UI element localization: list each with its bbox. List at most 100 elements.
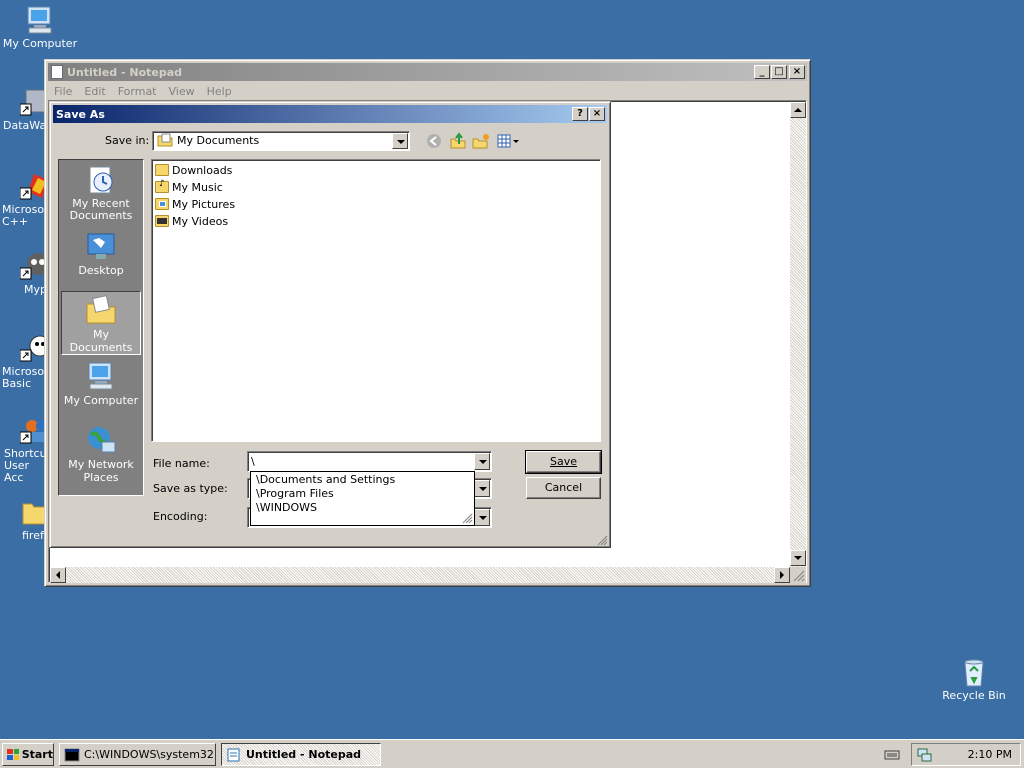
autocomplete-item[interactable]: \WINDOWS [251,501,474,515]
task-label: Untitled - Notepad [246,748,362,761]
scroll-up-button[interactable] [790,102,806,118]
taskbar: Start C:\WINDOWS\system32... Untitled - … [0,739,1024,768]
system-tray: 2:10 PM [884,743,1021,766]
menu-format[interactable]: Format [112,85,163,98]
new-folder-button[interactable] [472,132,490,150]
desktop-icon-label: DataWar [3,119,46,132]
minimize-button[interactable]: _ [754,65,770,79]
save-in-label: Save in: [105,134,150,147]
encoding-label: Encoding: [153,510,208,523]
save-button-label: Save [549,455,577,468]
desktop-icon-datawar[interactable]: DataWar [0,86,46,132]
file-item-my-videos[interactable]: My Videos [155,213,228,229]
notepad-titlebar[interactable]: Untitled - Notepad _ □ × [48,63,807,81]
keyboard-icon[interactable] [884,748,900,762]
back-button[interactable] [426,133,442,149]
desktop-icon-label: firef [22,529,44,542]
close-button[interactable]: × [789,65,805,79]
menu-edit[interactable]: Edit [78,85,111,98]
notepad-icon [227,748,240,761]
save-as-titlebar[interactable]: Save As ? × [53,105,607,123]
up-folder-button[interactable] [449,132,467,150]
taskbar-button-notepad[interactable]: Untitled - Notepad [221,743,381,766]
resize-grip-icon[interactable] [461,512,473,524]
desktop-icon-my-computer[interactable]: My Computer [0,4,80,50]
places-bar: My Recent Documents Desktop My Documents… [58,159,144,496]
my-computer-icon [85,360,117,392]
network-places-icon [85,424,117,456]
save-as-type-dropdown-arrow[interactable] [474,480,490,497]
datawarehouse-shortcut-icon [19,86,46,118]
task-label: C:\WINDOWS\system32... [84,748,216,761]
desktop-icon-recycle-bin[interactable]: Recycle Bin [934,656,1014,702]
file-item-label: My Videos [172,214,229,228]
dialog-title: Save As [56,107,105,121]
file-name-dropdown-arrow[interactable] [474,453,490,470]
maximize-button[interactable]: □ [771,65,787,79]
folder-icon [20,496,46,528]
taskbar-button-cmd[interactable]: C:\WINDOWS\system32... [59,743,216,766]
place-my-network-places[interactable]: My Network Places [61,422,141,492]
desktop-icon-firefox-folder[interactable]: firef [0,496,46,542]
menu-help[interactable]: Help [201,85,238,98]
command-prompt-icon [64,748,80,761]
file-list[interactable]: Downloads ♪ My Music My Pictures My Vide… [151,159,601,442]
place-my-computer[interactable]: My Computer [61,358,141,422]
vertical-scrollbar[interactable] [790,102,806,567]
desktop-icon-label: My Computer [2,37,78,50]
notepad-app-icon [51,65,63,79]
desktop-icon-label: Microsoft Basic [2,365,46,390]
arrow-right-icon [780,571,784,579]
scroll-left-button[interactable] [50,567,66,583]
file-name-input[interactable]: \ [247,451,492,472]
place-my-documents[interactable]: My Documents [61,291,141,355]
horizontal-scrollbar[interactable] [50,567,790,583]
network-tray-icon[interactable] [916,747,932,763]
arrow-down-icon [794,556,802,560]
file-item-my-music[interactable]: ♪ My Music [155,179,223,195]
my-computer-icon [24,4,56,36]
menu-view[interactable]: View [163,85,201,98]
file-name-label: File name: [153,457,210,470]
autocomplete-item[interactable]: \Program Files [251,487,474,501]
autocomplete-list: \Documents and Settings \Program Files \… [250,471,475,526]
save-button[interactable]: Save [525,450,602,474]
recycle-bin-icon [958,656,990,688]
desktop-icon-myp[interactable]: Myp [0,250,46,296]
save-as-type-label: Save as type: [153,482,228,495]
notepad-menubar: File Edit Format View Help [48,82,807,100]
desktop-icon-label: Microsoft C++ [2,203,46,228]
desktop-icon-user-accounts[interactable]: Shortcut User Acc [0,414,46,484]
views-menu-button[interactable] [497,133,521,149]
place-label: My Recent Documents [69,197,133,222]
microsoft-cpp-shortcut-icon [19,170,46,202]
start-button[interactable]: Start [2,743,54,766]
place-label: My Network Places [68,458,134,484]
menu-file[interactable]: File [48,85,78,98]
cancel-button[interactable]: Cancel [526,477,601,499]
clock: 2:10 PM [967,748,1012,761]
file-item-my-pictures[interactable]: My Pictures [155,196,235,212]
up-one-level-icon [450,132,466,149]
size-grip[interactable] [790,567,806,583]
back-arrow-icon [427,134,441,148]
scroll-right-button[interactable] [774,567,790,583]
dialog-close-button[interactable]: × [589,107,605,121]
save-in-dropdown[interactable]: My Documents [152,131,410,151]
desktop-icon-label: Recycle Bin [942,689,1006,702]
place-label: Desktop [78,264,124,277]
microsoft-basic-shortcut-icon [19,332,46,364]
dialog-resize-grip-icon[interactable] [596,534,608,546]
desktop-icon-microsoft-basic[interactable]: Microsoft Basic [0,332,46,390]
file-item-downloads[interactable]: Downloads [155,162,232,178]
autocomplete-item[interactable]: \Documents and Settings [251,473,474,487]
help-button[interactable]: ? [572,107,588,121]
scroll-down-button[interactable] [790,550,806,566]
place-desktop[interactable]: Desktop [61,228,141,284]
encoding-dropdown-arrow[interactable] [474,509,490,526]
save-in-dropdown-arrow[interactable] [392,133,408,149]
videos-folder-icon [155,215,169,227]
desktop-icon-microsoft-cpp[interactable]: Microsoft C++ [0,170,46,228]
desktop-icon-label: Shortcut User Acc [4,447,46,484]
place-my-recent-documents[interactable]: My Recent Documents [61,162,141,228]
